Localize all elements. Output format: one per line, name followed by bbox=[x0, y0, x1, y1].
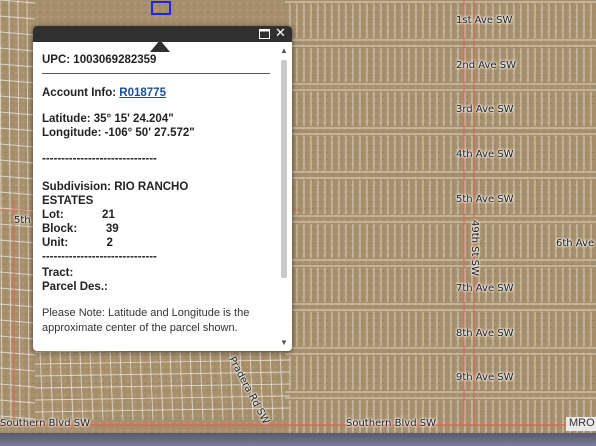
tract-text: Tract: bbox=[42, 267, 74, 279]
scroll-down-icon[interactable]: ▼ bbox=[280, 338, 288, 347]
account-label: Account Info: bbox=[42, 87, 120, 99]
street-label-1st-ave: 1st Ave SW bbox=[456, 15, 513, 26]
latitude-text: Latitude: 35° 15' 24.204" bbox=[42, 113, 174, 125]
note-text: Please Note: Latitude and Longitude is t… bbox=[42, 307, 250, 334]
unit-text: Unit: 2 bbox=[42, 237, 113, 249]
scroll-up-icon[interactable]: ▲ bbox=[280, 46, 288, 55]
separator-text-2: ------------------------------ bbox=[42, 251, 157, 263]
street-label-5th-ave: 5th Ave SW bbox=[456, 194, 514, 205]
popup-content: UPC: 1003069282359 Account Info: R018775… bbox=[42, 53, 278, 336]
street-label-8th-ave: 8th Ave SW bbox=[456, 328, 514, 339]
maximize-icon[interactable] bbox=[259, 27, 270, 43]
lot-text: Lot: 21 bbox=[42, 209, 115, 221]
corner-label: MRO bbox=[566, 417, 596, 431]
street-label-3rd-ave: 3rd Ave SW bbox=[456, 104, 514, 115]
close-icon[interactable]: ✕ bbox=[275, 27, 286, 41]
street-label-2nd-ave: 2nd Ave SW bbox=[456, 60, 516, 71]
scroll-thumb[interactable] bbox=[281, 60, 287, 278]
street-label-9th-ave: 9th Ave SW bbox=[456, 372, 514, 383]
bottom-bar bbox=[0, 433, 596, 446]
street-label-4th-ave: 4th Ave SW bbox=[456, 149, 514, 160]
street-label-5th-west: 5th bbox=[14, 215, 31, 226]
street-label-7th-ave: 7th Ave SW bbox=[456, 283, 514, 294]
divider bbox=[42, 73, 270, 74]
street-label-southern-blvd-east: Southern Blvd SW bbox=[346, 418, 436, 429]
upc-text: UPC: 1003069282359 bbox=[42, 54, 157, 66]
parcel-info-popup: ✕ UPC: 1003069282359 Account Info: R0187… bbox=[33, 26, 292, 351]
street-label-southern-blvd-west: Southern Blvd SW bbox=[0, 418, 90, 429]
block-text: Block: 39 bbox=[42, 223, 119, 235]
longitude-text: Longitude: -106° 50' 27.572" bbox=[42, 127, 195, 139]
subdivision-text: Subdivision: RIO RANCHO bbox=[42, 181, 189, 193]
selected-parcel[interactable] bbox=[151, 1, 171, 15]
subdivision-text-line2: ESTATES bbox=[42, 195, 94, 207]
street-label-49th-st: 49th St SW bbox=[469, 220, 480, 276]
account-link[interactable]: R018775 bbox=[119, 87, 166, 99]
parcel-des-text: Parcel Des.: bbox=[42, 281, 108, 293]
separator-text: ------------------------------ bbox=[42, 153, 157, 165]
popup-header: ✕ bbox=[33, 26, 292, 42]
account-info: Account Info: R018775 bbox=[42, 86, 278, 100]
street-label-6th-ave: 6th Ave bbox=[556, 238, 595, 249]
popup-scrollbar[interactable]: ▲ ▼ bbox=[279, 46, 289, 348]
